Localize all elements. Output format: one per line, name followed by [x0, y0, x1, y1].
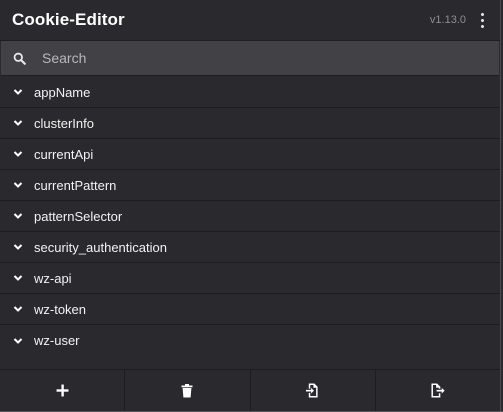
cookie-name: currentPattern [34, 177, 117, 193]
cookie-row[interactable]: currentPattern [0, 170, 500, 201]
cookie-row[interactable]: currentApi [0, 139, 500, 170]
more-vertical-icon[interactable] [476, 10, 488, 30]
cookie-name: wz-user [34, 333, 80, 348]
cookie-row[interactable]: patternSelector [0, 201, 500, 232]
delete-all-button[interactable] [125, 370, 251, 411]
search-input[interactable] [40, 49, 464, 67]
chevron-down-icon[interactable] [12, 241, 24, 253]
cookie-row[interactable]: wz-api [0, 263, 500, 294]
chevron-down-icon[interactable] [12, 179, 24, 191]
cookie-name: patternSelector [34, 208, 123, 224]
cookie-row[interactable]: security_authentication [0, 232, 500, 263]
version-label: v1.13.0 [429, 14, 466, 26]
export-icon [431, 383, 445, 398]
cookie-row[interactable]: wz-user [0, 325, 500, 356]
export-button[interactable] [376, 370, 500, 411]
cookie-list: appName clusterInfo currentApi currentPa… [0, 77, 500, 356]
cookie-editor-panel: Cookie-Editor v1.13.0 appName clusterInf… [0, 0, 501, 412]
app-title: Cookie-Editor [12, 10, 125, 29]
header: Cookie-Editor v1.13.0 [0, 0, 500, 41]
import-icon [306, 383, 318, 398]
chevron-down-icon[interactable] [12, 117, 24, 129]
chevron-down-icon[interactable] [12, 335, 24, 347]
cookie-name: appName [34, 84, 91, 100]
cookie-row[interactable]: clusterInfo [0, 108, 500, 139]
plus-icon [56, 384, 69, 397]
cookie-name: wz-api [34, 270, 72, 286]
search-icon [13, 52, 26, 65]
cookie-name: clusterInfo [34, 115, 94, 131]
chevron-down-icon[interactable] [12, 86, 24, 98]
trash-icon [181, 383, 193, 397]
add-cookie-button[interactable] [0, 370, 126, 411]
chevron-down-icon[interactable] [12, 303, 24, 315]
footer-toolbar [0, 369, 500, 411]
chevron-down-icon[interactable] [12, 210, 24, 222]
cookie-name: security_authentication [34, 239, 167, 255]
import-button[interactable] [251, 370, 376, 411]
cookie-name: wz-token [34, 301, 87, 317]
chevron-down-icon[interactable] [12, 148, 24, 160]
chevron-down-icon[interactable] [12, 272, 24, 284]
cookie-row[interactable]: appName [0, 77, 500, 108]
cookie-name: currentApi [34, 146, 94, 162]
cookie-row[interactable]: wz-token [0, 294, 500, 325]
search-bar [1, 41, 499, 76]
